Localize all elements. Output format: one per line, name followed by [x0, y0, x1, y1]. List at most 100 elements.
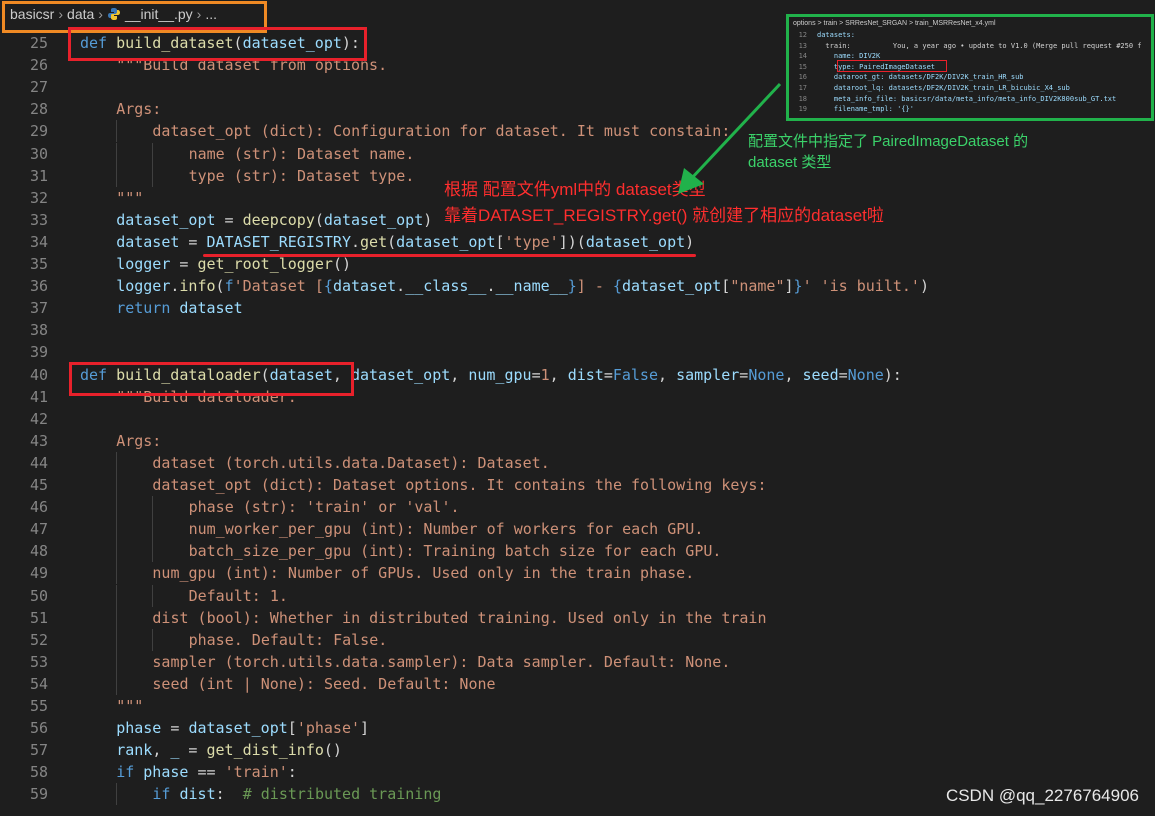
- code-token: dataset_opt: [585, 232, 686, 251]
- indent-guide: [116, 783, 118, 806]
- code-text: dataset_opt = deepcopy(dataset_opt): [116, 209, 432, 231]
- code-line[interactable]: 39: [0, 341, 1155, 363]
- code-line[interactable]: 51 dist (bool): Whether in distributed tr…: [0, 606, 1155, 629]
- code-token: (): [332, 255, 351, 273]
- code-line[interactable]: 55 """: [0, 695, 1155, 717]
- code-text: phase = dataset_opt['phase']: [116, 717, 369, 739]
- code-token: if: [152, 785, 171, 804]
- code-text: name (str): Dataset name.: [189, 143, 415, 165]
- code-token: dist: [179, 785, 216, 804]
- config-file-inset: options > train > SRResNet_SRGAN > train…: [786, 14, 1154, 121]
- code-text: if dist: # distributed training: [152, 783, 441, 805]
- inset-line-text: meta_info_file: basicsr/data/meta_info/m…: [817, 94, 1117, 103]
- code-token: "name": [730, 277, 785, 296]
- code-token: num_gpu: [468, 365, 532, 384]
- watermark: CSDN @qq_2276764906: [945, 786, 1139, 805]
- code-line[interactable]: 53 sampler (torch.utils.data.sampler): Da…: [0, 650, 1155, 673]
- code-line[interactable]: 34 dataset = DATASET_REGISTRY.get(dataset…: [0, 231, 1155, 253]
- code-token: phase. Default: False.: [188, 630, 388, 649]
- code-line[interactable]: 36 logger.info(f'Dataset [{dataset.__clas…: [0, 275, 1155, 297]
- indent-guide: [116, 606, 118, 629]
- inset-line-number: 17: [798, 84, 807, 92]
- annotation-config-line1: 配置文件中指定了 PairedImageDataset 的: [748, 133, 1029, 150]
- code-token: # distributed training: [242, 785, 442, 804]
- inset-line-number: 16: [798, 73, 807, 82]
- code-token: info: [179, 277, 216, 296]
- indent-guide: [152, 540, 154, 563]
- code-token: Args:: [116, 100, 162, 119]
- indent-guide: [116, 650, 118, 673]
- indent-guide: [116, 496, 118, 519]
- code-token: logger: [116, 255, 171, 273]
- code-token: dataset: [332, 277, 397, 296]
- code-line[interactable]: 52 phase. Default: False.: [0, 628, 1155, 651]
- line-number: 50: [29, 586, 48, 605]
- indent-guide: [152, 496, 154, 519]
- indent-guide: [152, 142, 154, 165]
- code-token: """: [116, 188, 144, 207]
- code-token: ]: [360, 719, 370, 738]
- code-line[interactable]: 58 if phase == 'train':: [0, 761, 1155, 783]
- code-line[interactable]: 49 num_gpu (int): Number of GPUs. Used on…: [0, 562, 1155, 585]
- code-text: dist (bool): Whether in distributed trai…: [152, 607, 766, 629]
- code-token: ,: [549, 365, 568, 384]
- code-line[interactable]: 45 dataset_opt (dict): Dataset options. I…: [0, 474, 1155, 497]
- code-line[interactable]: 43 Args:: [0, 430, 1155, 452]
- code-token: 'is built.': [820, 277, 920, 296]
- code-token: phase: [116, 719, 162, 738]
- line-number: 59: [29, 785, 48, 804]
- code-token: (): [323, 741, 342, 760]
- code-token: {: [323, 277, 333, 296]
- code-token: :: [287, 763, 297, 782]
- inset-line-text: name: DIV2K: [817, 52, 881, 61]
- code-line[interactable]: 54 seed (int | None): Seed. Default: None: [0, 672, 1155, 695]
- line-number: 47: [29, 520, 48, 539]
- code-line[interactable]: 48 batch_size_per_gpu (int): Training bat…: [0, 540, 1155, 563]
- code-line[interactable]: 56 phase = dataset_opt['phase']: [0, 717, 1155, 739]
- code-token: ]: [784, 277, 794, 296]
- code-token: ] -: [576, 277, 613, 296]
- code-token: {: [612, 277, 622, 296]
- code-token: dataset (torch.utils.data.Dataset): Data…: [152, 453, 550, 472]
- indent-guide: [116, 518, 118, 541]
- line-number: 35: [29, 255, 48, 273]
- line-number: 44: [29, 453, 48, 472]
- code-token: [: [495, 232, 505, 251]
- code-token: dataset: [116, 232, 180, 251]
- line-number: 30: [29, 144, 48, 163]
- inset-line-number: 13: [798, 41, 807, 50]
- code-line[interactable]: 42: [0, 408, 1155, 430]
- code-token: ): [685, 232, 695, 251]
- code-token: ])(: [558, 232, 586, 251]
- line-number: 41: [29, 387, 48, 406]
- code-line[interactable]: 38: [0, 319, 1155, 341]
- code-token: 'type': [504, 232, 559, 251]
- code-line[interactable]: 44 dataset (torch.utils.data.Dataset): Da…: [0, 451, 1155, 474]
- line-number: 26: [29, 56, 48, 75]
- code-line[interactable]: 47 num_worker_per_gpu (int): Number of wo…: [0, 518, 1155, 541]
- code-text: dataset = DATASET_REGISTRY.get(dataset_o…: [116, 231, 694, 253]
- line-number: 40: [29, 365, 48, 384]
- indent-guide: [152, 584, 154, 607]
- annotation-config-line2: dataset 类型: [748, 154, 832, 171]
- code-line[interactable]: 50 Default: 1.: [0, 584, 1155, 607]
- code-token: }: [567, 277, 577, 296]
- code-token: get: [360, 232, 388, 251]
- code-line[interactable]: 57 rank, _ = get_dist_info(): [0, 739, 1155, 761]
- line-number: 49: [29, 564, 48, 583]
- line-number: 43: [29, 431, 48, 450]
- code-text: rank, _ = get_dist_info(): [116, 739, 342, 761]
- inset-line-text: datasets:: [817, 31, 855, 39]
- code-line[interactable]: 46 phase (str): 'train' or 'val'.: [0, 496, 1155, 519]
- code-token: get_dist_info: [206, 741, 324, 760]
- code-token: ):: [883, 365, 902, 384]
- line-number: 54: [29, 674, 48, 693]
- code-token: ,: [152, 741, 171, 760]
- inset-line-text: train: You, a year ago • update to V1.0 …: [817, 41, 1142, 50]
- code-line[interactable]: 37 return dataset: [0, 297, 1155, 319]
- code-token: rank: [116, 741, 153, 760]
- code-token: phase: [143, 763, 189, 782]
- code-token: seed (int | None): Seed. Default: None: [152, 674, 496, 693]
- line-number: 27: [29, 78, 48, 97]
